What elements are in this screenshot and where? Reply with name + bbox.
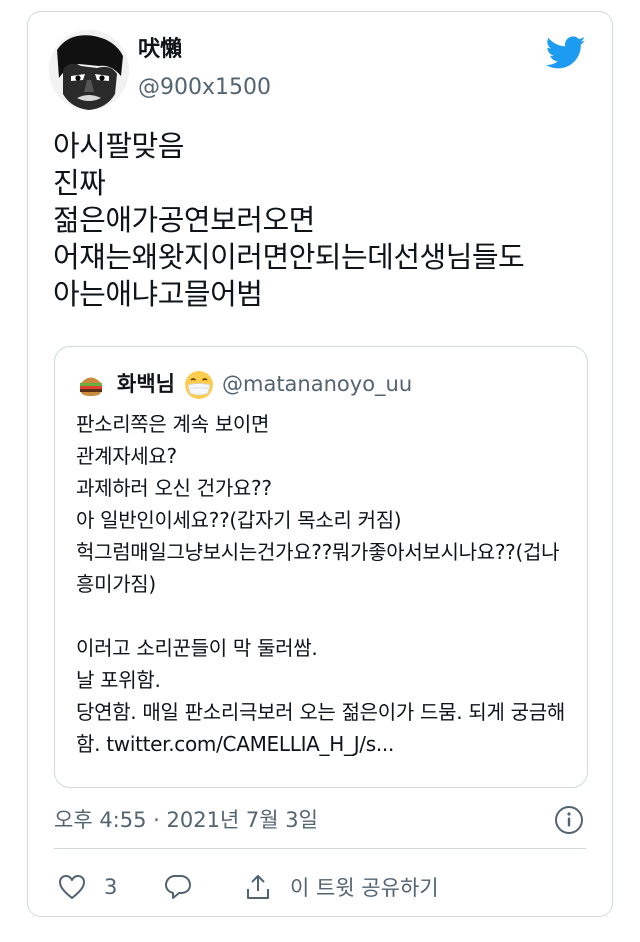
quoted-author-avatar [76,369,106,399]
share-button[interactable]: 이 트윗 공유하기 [244,870,439,904]
author-handle[interactable]: @900x1500 [138,74,271,102]
share-label: 이 트윗 공유하기 [290,876,439,900]
divider [54,848,586,849]
quoted-text: 판소리쪽은 계속 보이면 관계자세요? 과제하러 오신 건가요?? 아 일반인이… [76,412,565,756]
action-bar: 3 이 트윗 공유하기 [54,870,586,904]
author-display-name[interactable]: 吠懶 [138,36,182,64]
reply-button[interactable] [164,870,192,904]
like-button[interactable]: 3 [58,870,117,904]
reply-icon [164,873,192,901]
share-icon [244,873,272,901]
quoted-display-name: 화백님 [117,372,175,396]
author-avatar[interactable] [49,30,129,110]
heart-icon [58,874,86,900]
mask-face-emoji [183,369,215,401]
quoted-tweet[interactable]: 화백님 @matananoyo_uu 판소리쪽은 계속 보이면 관계자세요? 과… [54,346,588,788]
info-icon[interactable] [554,805,584,835]
tweet-text: 아시팔맞음 진짜 젊은애가공연보러오면 어쟤는왜왓지이러면안되는데선생님들도 아… [53,129,525,311]
like-count: 3 [104,875,118,899]
twitter-bird-icon[interactable] [545,36,586,70]
tweet-timestamp[interactable]: 오후 4:55 · 2021년 7월 3일 [54,805,318,835]
quoted-handle: @matananoyo_uu [222,372,413,396]
